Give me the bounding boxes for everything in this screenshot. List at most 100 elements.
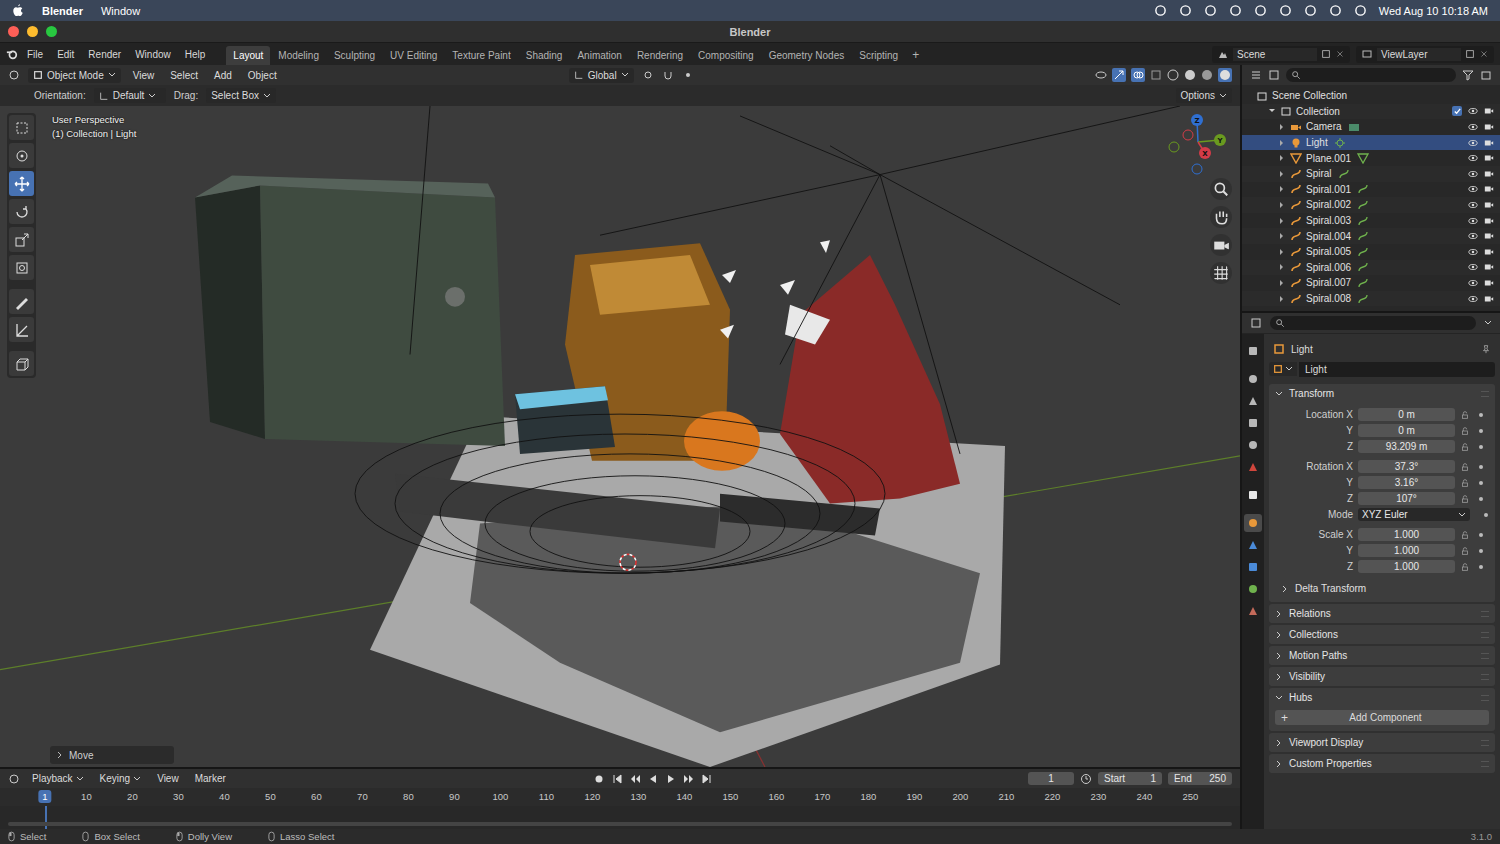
- material-shading-icon[interactable]: [1201, 69, 1213, 81]
- minimize-button[interactable]: [27, 26, 38, 37]
- timeline-track[interactable]: [0, 806, 1240, 829]
- status-icon[interactable]: [1204, 4, 1217, 17]
- eye-icon[interactable]: [1468, 294, 1478, 304]
- properties-tab[interactable]: [1244, 414, 1262, 432]
- status-icon[interactable]: [1354, 4, 1367, 17]
- render-camera-icon[interactable]: [1484, 262, 1494, 272]
- keyframe-dot[interactable]: [1484, 513, 1488, 517]
- lock-icon[interactable]: [1460, 410, 1470, 420]
- zoom-button[interactable]: [46, 26, 57, 37]
- number-field[interactable]: 3.16°: [1358, 476, 1455, 489]
- drag-handle[interactable]: [1481, 611, 1489, 617]
- datablock-browser[interactable]: [1269, 362, 1297, 376]
- keyframe-dot[interactable]: [1479, 429, 1483, 433]
- orientation-dropdown[interactable]: Default: [94, 88, 166, 103]
- panel-header[interactable]: Collections: [1269, 625, 1495, 644]
- keyframe-dot[interactable]: [1479, 481, 1483, 485]
- light-data-icon[interactable]: [1334, 137, 1346, 149]
- outliner-row[interactable]: Spiral.001: [1242, 182, 1500, 198]
- add-workspace-button[interactable]: +: [906, 45, 925, 65]
- jump-start-icon[interactable]: [611, 773, 623, 785]
- eye-icon[interactable]: [1468, 200, 1478, 210]
- jump-end-icon[interactable]: [701, 773, 713, 785]
- curve-data-icon[interactable]: [1357, 183, 1369, 195]
- playhead[interactable]: 1: [38, 790, 51, 803]
- eye-icon[interactable]: [1468, 169, 1478, 179]
- collapsed-arrow-icon[interactable]: [1278, 263, 1286, 271]
- outliner-row[interactable]: Spiral.004: [1242, 228, 1500, 244]
- eye-icon[interactable]: [1468, 278, 1478, 288]
- panel-header[interactable]: Motion Paths: [1269, 646, 1495, 665]
- zoom-icon[interactable]: [1210, 178, 1232, 200]
- camera-data-icon[interactable]: [1348, 121, 1360, 133]
- eye-icon[interactable]: [1468, 184, 1478, 194]
- workspace-tab[interactable]: UV Editing: [383, 46, 444, 65]
- properties-tab[interactable]: [1244, 342, 1262, 360]
- end-frame-field[interactable]: End250: [1168, 772, 1232, 785]
- prev-keyframe-icon[interactable]: [629, 773, 641, 785]
- number-field[interactable]: 0 m: [1358, 408, 1455, 421]
- drag-handle[interactable]: [1481, 391, 1489, 397]
- outliner-row[interactable]: Camera: [1242, 119, 1500, 135]
- pin-icon[interactable]: [1481, 344, 1491, 354]
- workspace-tab[interactable]: Compositing: [691, 46, 761, 65]
- keyframe-dot[interactable]: [1479, 497, 1483, 501]
- remove-icon[interactable]: [1479, 49, 1489, 59]
- tool-button[interactable]: [9, 255, 34, 280]
- status-icon[interactable]: [1254, 4, 1267, 17]
- filter-icon[interactable]: [1462, 69, 1474, 81]
- curve-data-icon[interactable]: [1357, 293, 1369, 305]
- tool-button[interactable]: [9, 171, 34, 196]
- number-field[interactable]: 93.209 m: [1358, 440, 1455, 453]
- collapsed-arrow-icon[interactable]: [1278, 217, 1286, 225]
- lock-icon[interactable]: [1460, 442, 1470, 452]
- outliner-row[interactable]: Spiral.006: [1242, 260, 1500, 276]
- eye-icon[interactable]: [1468, 138, 1478, 148]
- collapsed-arrow-icon[interactable]: [1278, 170, 1286, 178]
- pivot-icon[interactable]: [642, 69, 654, 81]
- render-camera-icon[interactable]: [1484, 122, 1494, 132]
- render-camera-icon[interactable]: [1484, 153, 1494, 163]
- render-camera-icon[interactable]: [1484, 216, 1494, 226]
- overlay-toggle-icon[interactable]: [1131, 68, 1145, 82]
- collapsed-arrow-icon[interactable]: [1278, 232, 1286, 240]
- drag-handle[interactable]: [1481, 695, 1489, 701]
- top-menu[interactable]: Edit: [52, 47, 79, 62]
- lock-icon[interactable]: [1460, 426, 1470, 436]
- drag-handle[interactable]: [1481, 674, 1489, 680]
- collapsed-arrow-icon[interactable]: [1278, 279, 1286, 287]
- panel-header[interactable]: Visibility: [1269, 667, 1495, 686]
- eye-icon[interactable]: [1468, 216, 1478, 226]
- new-collection-icon[interactable]: [1480, 69, 1492, 81]
- gizmo-toggle-icon[interactable]: [1112, 68, 1126, 82]
- keyframe-dot[interactable]: [1479, 549, 1483, 553]
- drag-handle[interactable]: [1481, 653, 1489, 659]
- properties-tab[interactable]: [1244, 602, 1262, 620]
- eye-icon[interactable]: [1468, 262, 1478, 272]
- properties-tab[interactable]: [1244, 486, 1262, 504]
- number-field[interactable]: 1.000: [1358, 528, 1455, 541]
- mesh-data-icon[interactable]: [1357, 152, 1369, 164]
- visibility-icon[interactable]: [1095, 69, 1107, 81]
- keyframe-dot[interactable]: [1479, 533, 1483, 537]
- panel-header[interactable]: Viewport Display: [1269, 733, 1495, 752]
- viewport-menu[interactable]: Object: [244, 70, 281, 81]
- number-field[interactable]: 1.000: [1358, 560, 1455, 573]
- outliner-row[interactable]: Light: [1242, 135, 1500, 151]
- tool-button[interactable]: [9, 115, 34, 140]
- eye-icon[interactable]: [1468, 247, 1478, 257]
- outliner-row[interactable]: Spiral.007: [1242, 275, 1500, 291]
- lock-icon[interactable]: [1460, 494, 1470, 504]
- play-reverse-icon[interactable]: [647, 773, 659, 785]
- keyframe-dot[interactable]: [1479, 565, 1483, 569]
- timeline-menu[interactable]: Marker: [191, 773, 230, 784]
- eye-icon[interactable]: [1468, 231, 1478, 241]
- collapsed-arrow-icon[interactable]: [1278, 185, 1286, 193]
- navigation-gizmo[interactable]: ZYX: [1168, 112, 1228, 178]
- curve-data-icon[interactable]: [1357, 261, 1369, 273]
- number-field[interactable]: 37.3°: [1358, 460, 1455, 473]
- workspace-tab[interactable]: Layout: [226, 46, 270, 65]
- properties-tab[interactable]: [1244, 392, 1262, 410]
- workspace-tab[interactable]: Sculpting: [327, 46, 382, 65]
- tool-button[interactable]: [9, 199, 34, 224]
